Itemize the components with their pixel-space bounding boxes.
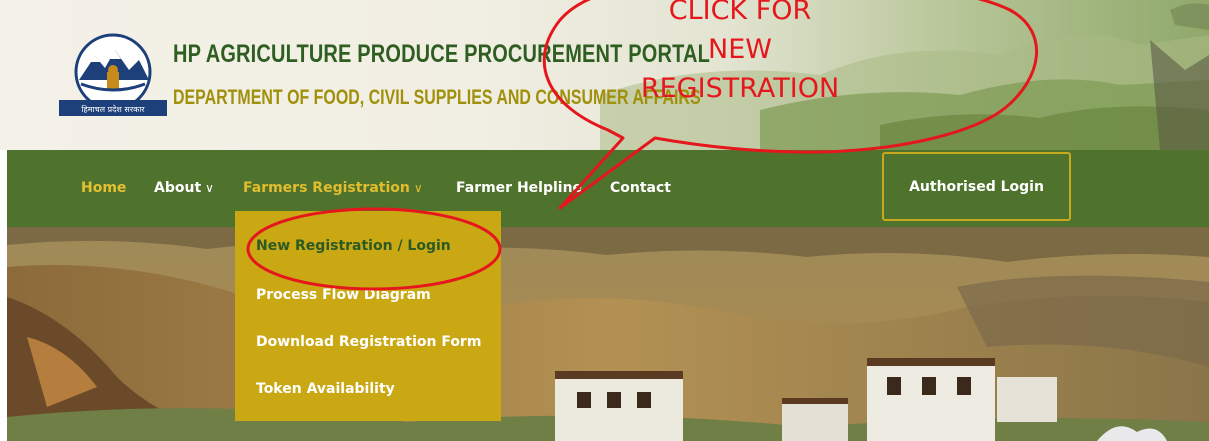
- menu-item-new-registration-login[interactable]: New Registration / Login: [256, 238, 451, 254]
- chevron-down-icon: ∨: [413, 181, 423, 195]
- nav-home[interactable]: Home: [81, 180, 126, 196]
- nav-farmer-helpline-label: Farmer Helpline: [456, 180, 583, 196]
- logo-text: हिमाचल प्रदेश सरकार: [81, 104, 145, 114]
- site-header: हिमाचल प्रदेश सरकार HP AGRICULTURE PRODU…: [0, 0, 1209, 150]
- menu-item-process-flow-diagram[interactable]: Process Flow Diagram: [256, 287, 431, 303]
- hero-landscape-image: [7, 227, 1209, 441]
- nav-farmer-helpline[interactable]: Farmer Helpline: [456, 180, 582, 196]
- nav-home-label: Home: [81, 180, 127, 196]
- nav-contact-label: Contact: [610, 180, 671, 196]
- nav-contact[interactable]: Contact: [610, 180, 671, 196]
- menu-item-download-registration-form[interactable]: Download Registration Form: [256, 334, 481, 350]
- authorised-login-button[interactable]: Authorised Login: [882, 152, 1071, 221]
- header-landscape-background: [600, 3, 1209, 150]
- main-navigation: Home About ∨ Farmers Registration ∨ Farmer…: [7, 150, 1209, 227]
- nav-about[interactable]: About ∨: [154, 180, 214, 196]
- nav-about-label: About: [154, 180, 202, 196]
- government-emblem-logo[interactable]: हिमाचल प्रदेश सरकार: [57, 32, 169, 122]
- department-subtitle: DEPARTMENT OF FOOD, CIVIL SUPPLIES AND C…: [173, 86, 701, 109]
- nav-farmers-registration-label: Farmers Registration: [243, 180, 410, 196]
- portal-title: HP AGRICULTURE PRODUCE PROCUREMENT PORTA…: [173, 40, 710, 68]
- chevron-down-icon: ∨: [205, 181, 214, 195]
- nav-farmers-registration[interactable]: Farmers Registration ∨: [243, 180, 423, 196]
- menu-item-token-availability[interactable]: Token Availability: [256, 381, 395, 397]
- hero-mountain-village-photo: [7, 227, 1209, 441]
- farmers-registration-dropdown: New Registration / Login Process Flow Di…: [235, 211, 501, 421]
